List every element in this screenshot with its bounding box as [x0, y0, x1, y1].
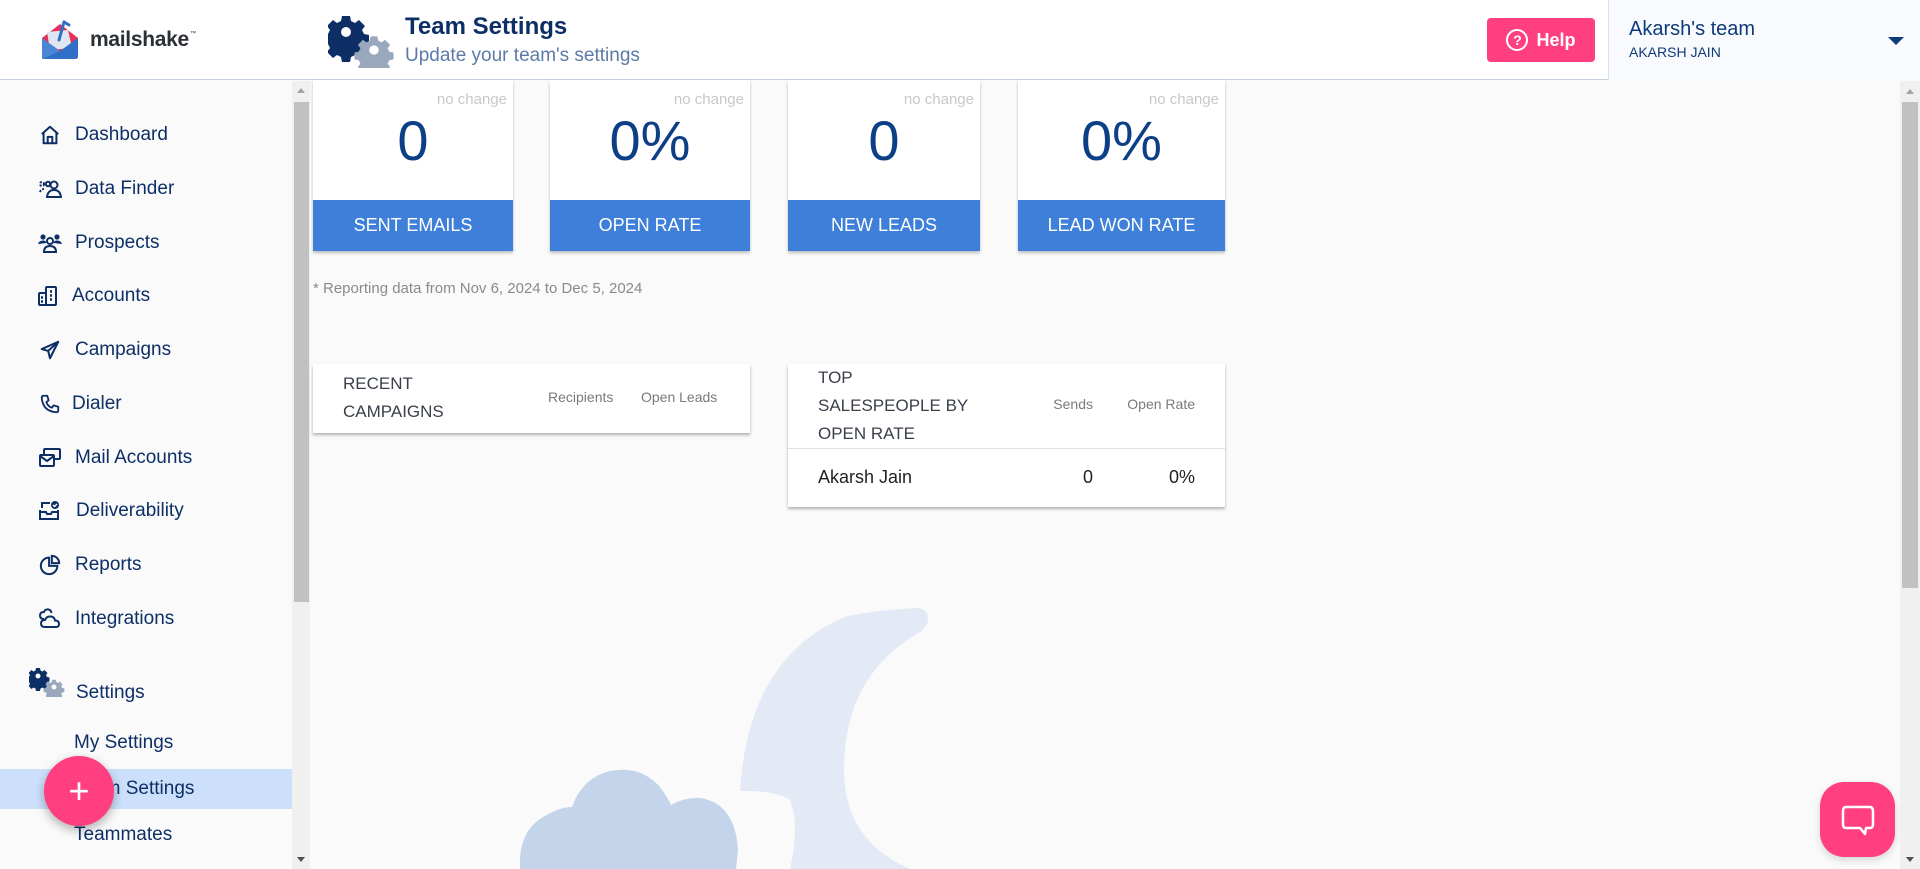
sidebar-item-mail-accounts[interactable]: Mail Accounts — [0, 438, 292, 478]
reporting-date-range-note: * Reporting data from Nov 6, 2024 to Dec… — [313, 280, 643, 297]
chat-support-button[interactable] — [1820, 782, 1895, 857]
sidebar-item-prospects[interactable]: Prospects — [0, 223, 292, 263]
stat-card-sent-emails: no change 0 SENT EMAILS — [313, 80, 513, 251]
user-name: AKARSH JAIN — [1629, 44, 1721, 60]
moon-shape — [740, 608, 928, 869]
salesperson-name: Akarsh Jain — [818, 467, 913, 487]
caret-down-icon[interactable] — [1888, 37, 1904, 45]
sidebar-item-accounts[interactable]: Accounts — [0, 276, 292, 316]
moon-cloud-illustration — [519, 608, 928, 869]
home-icon — [38, 123, 62, 147]
people-group-icon — [38, 231, 62, 255]
stat-change: no change — [1148, 91, 1219, 108]
stat-value: 0 — [397, 109, 429, 172]
chat-bubble-icon — [1841, 805, 1874, 835]
help-label: Help — [1536, 29, 1576, 50]
stat-label[interactable]: LEAD WON RATE — [1018, 200, 1225, 251]
main-scrollbar[interactable] — [1900, 81, 1920, 869]
stat-label[interactable]: SENT EMAILS — [313, 200, 513, 251]
sidebar-subitem-teammates[interactable]: Teammates — [0, 815, 292, 855]
sidebar-scroll-thumb[interactable] — [294, 102, 309, 602]
top-header: mailshake ™ Team Settings Update your tea… — [0, 0, 1920, 80]
pie-chart-icon — [38, 553, 62, 577]
stat-change: no change — [673, 91, 744, 108]
cloud-shape — [519, 769, 738, 869]
sidebar-item-dashboard[interactable]: Dashboard — [0, 115, 292, 155]
team-switcher[interactable]: Akarsh's team AKARSH JAIN — [1608, 0, 1920, 80]
inbox-check-icon — [38, 499, 62, 523]
table-divider — [788, 448, 1225, 449]
recent-campaigns-title: RECENT CAMPAIGNS — [343, 374, 444, 421]
salesperson-open-rate: 0% — [1168, 467, 1195, 487]
stat-change: no change — [436, 91, 507, 108]
main-scroll-thumb[interactable] — [1902, 102, 1918, 588]
column-header-sends[interactable]: Sends — [1053, 396, 1093, 412]
salesperson-sends: 0 — [1082, 467, 1093, 487]
help-circle-icon: ? — [1506, 29, 1529, 51]
brand-name: mailshake ™ — [90, 28, 196, 51]
stat-label[interactable]: OPEN RATE — [550, 200, 750, 251]
column-header-open-rate[interactable]: Open Rate — [1127, 396, 1195, 412]
mailshake-envelope-icon — [42, 20, 78, 59]
mail-accounts-icon — [38, 446, 62, 470]
stat-card-lead-won-rate: no change 0% LEAD WON RATE — [1018, 80, 1225, 251]
stat-change: no change — [903, 91, 974, 108]
top-salespeople-card: TOP SALESPEOPLE BY OPEN RATE Sends Open … — [788, 364, 1225, 507]
sidebar-item-settings[interactable]: Settings — [0, 668, 292, 713]
stat-value: 0% — [609, 109, 691, 172]
stat-card-open-rate: no change 0% OPEN RATE — [550, 80, 750, 251]
column-header-recipients[interactable]: Recipients — [548, 389, 613, 405]
column-header-open-leads[interactable]: Open Leads — [641, 389, 717, 405]
sidebar-item-campaigns[interactable]: Campaigns — [0, 330, 292, 370]
stat-value: 0 — [868, 109, 900, 172]
people-search-icon — [38, 177, 62, 201]
scroll-up-arrow-icon[interactable] — [297, 88, 305, 93]
add-fab-button[interactable]: + — [44, 756, 114, 826]
phone-icon — [38, 392, 62, 416]
cloud-icon — [38, 607, 62, 631]
page-title: Team Settings — [405, 13, 568, 40]
sidebar-item-dialer[interactable]: Dialer — [0, 384, 292, 424]
sidebar-item-deliverability[interactable]: Deliverability — [0, 491, 292, 531]
sidebar-subitem-my-settings[interactable]: My Settings — [0, 723, 292, 763]
sidebar-item-integrations[interactable]: Integrations — [0, 599, 292, 639]
building-icon — [36, 284, 60, 308]
recent-campaigns-card: RECENT CAMPAIGNS Recipients Open Leads — [313, 364, 750, 433]
sidebar-scrollbar[interactable] — [292, 81, 310, 869]
top-salespeople-title: TOP SALESPEOPLE BY OPEN RATE — [818, 368, 969, 443]
scroll-up-arrow-icon[interactable] — [1906, 89, 1914, 94]
scroll-down-arrow-icon[interactable] — [1906, 857, 1914, 862]
paper-plane-icon — [38, 338, 62, 362]
scroll-down-arrow-icon[interactable] — [297, 857, 305, 862]
gears-icon — [328, 16, 394, 68]
stat-card-new-leads: no change 0 NEW LEADS — [788, 80, 980, 251]
page-subtitle: Update your team's settings — [405, 45, 640, 66]
sidebar-item-reports[interactable]: Reports — [0, 545, 292, 585]
stat-value: 0% — [1081, 109, 1162, 172]
plus-icon: + — [68, 770, 90, 811]
sidebar-item-data-finder[interactable]: Data Finder — [0, 169, 292, 209]
sidebar: Dashboard Data Finder Prospects Accounts… — [0, 81, 292, 869]
gears-icon — [29, 668, 65, 697]
team-name: Akarsh's team — [1629, 18, 1756, 40]
help-button[interactable]: ? Help — [1487, 18, 1595, 62]
stat-label[interactable]: NEW LEADS — [788, 200, 980, 251]
mailshake-logo[interactable]: mailshake ™ — [38, 18, 196, 62]
